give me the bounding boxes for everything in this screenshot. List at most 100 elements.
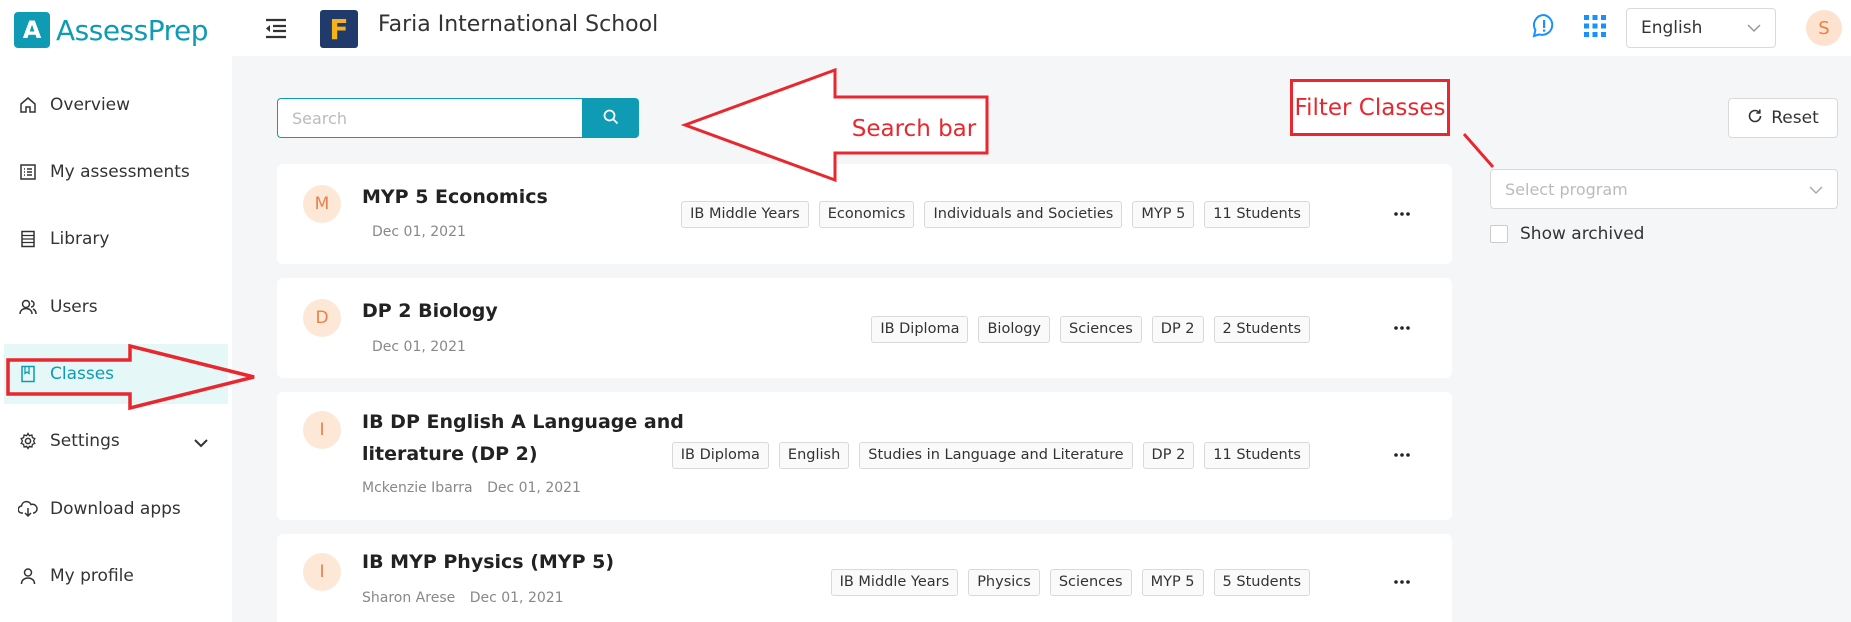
chevron-down-icon: [1747, 18, 1761, 38]
show-archived-option[interactable]: Show archived: [1490, 224, 1644, 244]
tag: DP 2: [1151, 316, 1204, 343]
user-icon: [18, 566, 38, 586]
app-logo[interactable]: A AssessPrep: [14, 12, 209, 48]
search-bar-annotation: Search bar: [851, 116, 977, 142]
class-card[interactable]: I IB MYP Physics (MYP 5) Sharon Arese De…: [277, 534, 1452, 622]
list-icon: [18, 162, 38, 182]
gear-icon: [18, 431, 38, 451]
class-avatar: D: [303, 299, 341, 337]
sidebar-item-label: Settings: [50, 431, 120, 451]
class-teacher: Mckenzie Ibarra: [362, 480, 473, 496]
cloud-download-icon: [18, 499, 38, 519]
sidebar-item-my-profile[interactable]: My profile: [4, 546, 228, 606]
feedback-icon[interactable]: [1530, 12, 1558, 40]
users-icon: [18, 297, 38, 317]
tag: English: [778, 442, 850, 469]
logo-text: AssessPrep: [56, 13, 209, 47]
reset-label: Reset: [1771, 108, 1819, 128]
class-title[interactable]: DP 2 Biology: [362, 295, 498, 327]
class-teacher: Sharon Arese: [362, 590, 456, 606]
tag: MYP 5: [1132, 201, 1195, 228]
sidebar-item-classes[interactable]: Classes: [4, 344, 228, 404]
sidebar-item-label: Classes: [50, 364, 115, 384]
tag: 11 Students: [1204, 201, 1310, 228]
search-icon: [603, 109, 619, 128]
chevron-down-icon: [194, 433, 208, 453]
class-meta: Dec 01, 2021: [372, 339, 476, 355]
sidebar: Overview My assessments Library Users Cl…: [0, 56, 232, 622]
class-tags: IB Diploma Biology Sciences DP 2 2 Stude…: [871, 316, 1310, 343]
class-date: Dec 01, 2021: [469, 590, 564, 606]
class-avatar: I: [303, 553, 341, 591]
reset-button[interactable]: Reset: [1728, 98, 1838, 138]
tag: Economics: [818, 201, 915, 228]
class-tags: IB Middle Years Physics Sciences MYP 5 5…: [830, 569, 1310, 596]
sidebar-item-library[interactable]: Library: [4, 209, 228, 269]
class-title[interactable]: MYP 5 Economics: [362, 181, 548, 213]
class-tags: IB Diploma English Studies in Language a…: [671, 442, 1310, 469]
sidebar-item-label: Library: [50, 229, 110, 249]
home-icon: [18, 95, 38, 115]
search-button[interactable]: [582, 98, 639, 138]
class-meta: Dec 01, 2021: [372, 224, 476, 240]
sidebar-item-users[interactable]: Users: [4, 277, 228, 337]
tag: MYP 5: [1141, 569, 1204, 596]
sidebar-item-label: Users: [50, 297, 98, 317]
more-options-icon[interactable]: [1390, 443, 1414, 467]
sidebar-item-download-apps[interactable]: Download apps: [4, 479, 228, 539]
tag: Sciences: [1060, 316, 1142, 343]
user-avatar[interactable]: S: [1806, 10, 1842, 46]
tag: 2 Students: [1213, 316, 1310, 343]
search-input[interactable]: [277, 98, 582, 138]
tag: Individuals and Societies: [924, 201, 1123, 228]
program-select[interactable]: Select program: [1490, 169, 1838, 209]
language-value: English: [1641, 18, 1703, 38]
more-options-icon[interactable]: [1390, 570, 1414, 594]
tag: Biology: [978, 316, 1051, 343]
class-date: Dec 01, 2021: [372, 224, 466, 240]
class-tags: IB Middle Years Economics Individuals an…: [681, 201, 1310, 228]
school-name: Faria International School: [378, 12, 659, 37]
sidebar-item-settings[interactable]: Settings: [4, 411, 228, 471]
class-avatar: M: [303, 185, 341, 223]
more-options-icon[interactable]: [1390, 316, 1414, 340]
bookmark-icon: [18, 364, 38, 384]
class-card[interactable]: M MYP 5 Economics Dec 01, 2021 IB Middle…: [277, 164, 1452, 264]
program-placeholder: Select program: [1505, 179, 1628, 199]
tag: 5 Students: [1213, 569, 1310, 596]
refresh-icon: [1747, 108, 1763, 129]
top-header: A AssessPrep F Faria International Schoo…: [0, 0, 1851, 56]
class-avatar: I: [303, 411, 341, 449]
class-title-line: IB DP English A Language and: [362, 411, 684, 433]
sidebar-item-overview[interactable]: Overview: [4, 75, 228, 135]
tag: IB Middle Years: [830, 569, 959, 596]
chevron-down-icon: [1809, 180, 1823, 199]
language-select[interactable]: English: [1626, 8, 1776, 48]
sidebar-item-my-assessments[interactable]: My assessments: [4, 142, 228, 202]
logo-mark: A: [14, 12, 50, 48]
class-date: Dec 01, 2021: [372, 339, 466, 355]
class-meta: Mckenzie Ibarra Dec 01, 2021: [362, 480, 591, 496]
filter-classes-annotation: Filter Classes: [1290, 79, 1450, 136]
class-title[interactable]: IB MYP Physics (MYP 5): [362, 546, 614, 578]
class-card[interactable]: I IB DP English A Language and literatur…: [277, 392, 1452, 520]
more-options-icon[interactable]: [1390, 202, 1414, 226]
menu-collapse-icon[interactable]: [262, 14, 290, 42]
school-logo: F: [320, 10, 358, 48]
class-card[interactable]: D DP 2 Biology Dec 01, 2021 IB Diploma B…: [277, 278, 1452, 378]
sidebar-item-label: Overview: [50, 95, 131, 115]
class-date: Dec 01, 2021: [487, 480, 581, 496]
tag: Physics: [968, 569, 1040, 596]
tag: Studies in Language and Literature: [859, 442, 1133, 469]
show-archived-label: Show archived: [1520, 224, 1645, 244]
class-title-line: literature (DP 2): [362, 443, 538, 465]
tag: IB Diploma: [671, 442, 769, 469]
sidebar-item-label: Download apps: [50, 499, 181, 519]
apps-grid-icon[interactable]: [1581, 12, 1609, 40]
book-icon: [18, 229, 38, 249]
sidebar-item-label: My assessments: [50, 162, 190, 182]
show-archived-checkbox[interactable]: [1490, 225, 1508, 243]
class-title[interactable]: IB DP English A Language and literature …: [362, 406, 684, 470]
tag: IB Diploma: [871, 316, 969, 343]
tag: IB Middle Years: [681, 201, 809, 228]
